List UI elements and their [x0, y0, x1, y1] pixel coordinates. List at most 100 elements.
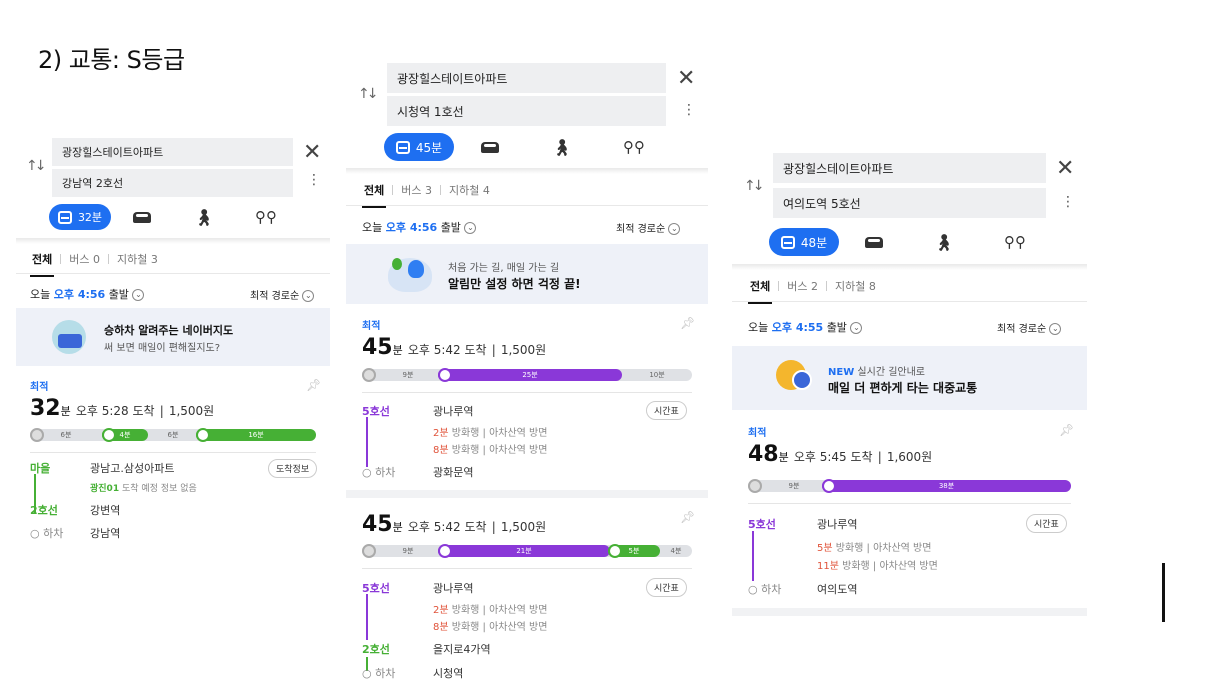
promo-banner[interactable]: NEW 실시간 길안내로 매일 더 편하게 타는 대중교통	[732, 346, 1087, 410]
next-train: 11분 방화행 | 아차산역 방면	[817, 561, 938, 572]
step-line: ○ 하차	[30, 527, 64, 540]
promo-banner[interactable]: 승하차 알려주는 네이버지도 써 보면 매일이 편해질지도?	[16, 308, 330, 366]
swap-icon[interactable]: ↑↓	[26, 158, 47, 174]
segment-walk: 4분	[670, 547, 682, 555]
step-station: 을지로4가역	[433, 643, 491, 656]
route-panel-yeouido: ↑↓ 광장힐스테이트아파트 여의도역 5호선 ✕ ⋮ 48분 🚶︎ ⚲⚲ 전체 …	[732, 150, 1087, 616]
banner-title: 알림만 설정 하면 걱정 끝!	[448, 277, 581, 291]
car-icon	[481, 141, 499, 153]
bus-icon	[102, 428, 116, 442]
route-segment-bar: 9분 38분	[748, 479, 1071, 493]
walk-mode-button[interactable]: 🚶︎	[173, 208, 235, 227]
chevron-down-icon: ⌄	[464, 222, 477, 234]
pin-icon[interactable]: 📌︎	[680, 510, 695, 524]
departure-selector[interactable]: 오늘 오후 4:55 출발 ⌄	[748, 319, 863, 335]
step-station: 여의도역	[817, 583, 858, 596]
transit-mode-button[interactable]: 48분	[769, 228, 839, 256]
route-summary[interactable]: 32분 오후 5:28 도착 | 1,500원	[30, 396, 214, 421]
bike-icon: ⚲⚲	[623, 138, 645, 156]
route-panel-gangnam: ↑↓ 광장힐스테이트아파트 강남역 2호선 ✕ ⋮ 32분 🚶︎ ⚲⚲ 전체 버…	[16, 136, 330, 556]
step-line: 2호선	[362, 643, 390, 656]
best-badge: 최적	[362, 321, 381, 332]
car-mode-button[interactable]	[454, 141, 526, 153]
banner-subtitle: 써 보면 매일이 편해질지도?	[104, 343, 221, 354]
segment-walk: 9분	[402, 547, 414, 555]
bike-icon: ⚲⚲	[255, 208, 277, 226]
tab-all[interactable]: 전체	[24, 251, 60, 277]
bike-mode-button[interactable]: ⚲⚲	[235, 208, 297, 226]
step-line: 마을	[30, 462, 51, 475]
origin-field[interactable]: 광장힐스테이트아파트	[773, 153, 1046, 183]
tab-bus[interactable]: 버스 0	[61, 251, 108, 267]
more-icon[interactable]: ⋮	[1061, 195, 1075, 209]
walk-mode-button[interactable]: 🚶︎	[526, 138, 598, 157]
route-line	[752, 531, 754, 581]
close-icon[interactable]: ✕	[303, 142, 321, 164]
route-line	[366, 594, 368, 640]
tab-subway[interactable]: 지하철 3	[109, 251, 166, 267]
subway-icon	[438, 544, 452, 558]
route-segment-bar: 9분 25분 10분	[362, 368, 692, 382]
more-icon[interactable]: ⋮	[307, 173, 321, 187]
sort-selector[interactable]: 최적 경로순 ⌄	[616, 220, 681, 235]
pin-icon[interactable]: 📌︎	[306, 378, 321, 392]
departure-selector[interactable]: 오늘 오후 4:56 출발 ⌄	[30, 286, 145, 302]
promo-banner[interactable]: 처음 가는 길, 매일 가는 길 알림만 설정 하면 걱정 끝!	[346, 244, 708, 304]
bike-mode-button[interactable]: ⚲⚲	[979, 233, 1051, 251]
walk-mode-button[interactable]: 🚶︎	[909, 233, 979, 252]
tab-all[interactable]: 전체	[356, 182, 392, 208]
step-station: 강남역	[90, 527, 121, 540]
step-station: 강변역	[90, 504, 121, 517]
segment-walk: 10분	[649, 371, 665, 379]
transit-time: 32분	[77, 211, 103, 224]
segment-walk: 6분	[167, 431, 179, 439]
tab-all[interactable]: 전체	[742, 278, 778, 304]
tab-subway[interactable]: 지하철 4	[441, 182, 498, 198]
step-station: 광나루역	[433, 405, 474, 418]
tab-bus[interactable]: 버스 2	[779, 278, 826, 294]
timetable-button[interactable]: 시간표	[646, 401, 687, 420]
transit-mode-button[interactable]: 45분	[384, 133, 454, 161]
close-icon[interactable]: ✕	[1056, 158, 1074, 180]
banner-subtitle: NEW 실시간 길안내로	[828, 367, 926, 378]
destination-field[interactable]: 시청역 1호선	[387, 96, 666, 126]
tab-bus[interactable]: 버스 3	[393, 182, 440, 198]
arrival-info-button[interactable]: 도착정보	[268, 459, 318, 478]
swap-icon[interactable]: ↑↓	[744, 178, 765, 194]
bus-arrival: 광진01 도착 예정 정보 없음	[90, 484, 197, 494]
tab-subway[interactable]: 지하철 8	[827, 278, 884, 294]
bus-icon	[780, 235, 795, 249]
swap-icon[interactable]: ↑↓	[358, 86, 379, 102]
route-line	[366, 417, 368, 467]
transit-mode-button[interactable]: 32분	[49, 204, 111, 230]
timetable-button[interactable]: 시간표	[1026, 514, 1067, 533]
route-summary[interactable]: 45분 오후 5:42 도착 | 1,500원	[362, 512, 546, 537]
origin-field[interactable]: 광장힐스테이트아파트	[387, 63, 666, 93]
close-icon[interactable]: ✕	[677, 68, 695, 90]
bike-mode-button[interactable]: ⚲⚲	[598, 138, 670, 156]
origin-field[interactable]: 광장힐스테이트아파트	[52, 138, 293, 166]
walk-icon	[362, 368, 376, 382]
text-cursor	[1162, 563, 1165, 622]
bike-icon: ⚲⚲	[1004, 233, 1026, 251]
departure-selector[interactable]: 오늘 오후 4:56 출발 ⌄	[362, 219, 477, 235]
route-separator	[346, 490, 708, 498]
sort-selector[interactable]: 최적 경로순 ⌄	[250, 287, 315, 302]
pin-icon[interactable]: 📌︎	[1059, 423, 1074, 437]
bus-illustration-icon	[52, 320, 86, 354]
more-icon[interactable]: ⋮	[682, 103, 696, 117]
destination-field[interactable]: 강남역 2호선	[52, 169, 293, 197]
best-badge: 최적	[30, 382, 49, 393]
mode-bar: 48분 🚶︎ ⚲⚲	[769, 228, 1069, 256]
sort-selector[interactable]: 최적 경로순 ⌄	[997, 320, 1062, 335]
car-mode-button[interactable]	[839, 236, 909, 248]
route-summary[interactable]: 48분 오후 5:45 도착 | 1,600원	[748, 442, 932, 467]
slide-title: 2) 교통: S등급	[38, 46, 185, 74]
subway-icon	[196, 428, 210, 442]
timetable-button[interactable]: 시간표	[646, 578, 687, 597]
destination-field[interactable]: 여의도역 5호선	[773, 188, 1046, 218]
car-mode-button[interactable]	[111, 211, 173, 223]
pin-icon[interactable]: 📌︎	[680, 316, 695, 330]
route-summary[interactable]: 45분 오후 5:42 도착 | 1,500원	[362, 335, 546, 360]
alarm-illustration-icon	[388, 258, 432, 292]
